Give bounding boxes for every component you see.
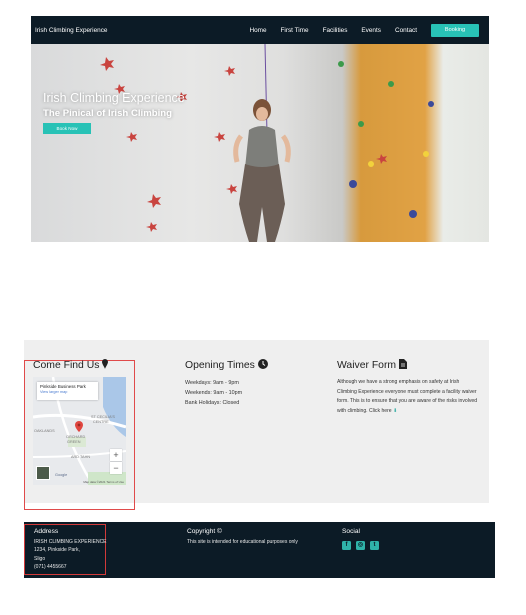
hours-weekends: Weekends: 9am - 10pm	[185, 390, 243, 396]
hero-image	[100, 44, 434, 242]
waiver-body[interactable]: Although we have a strong emphasis on sa…	[337, 379, 477, 414]
hero-subtitle: The Pinical of Irish Climbing	[43, 108, 172, 119]
booking-button[interactable]: Booking	[431, 23, 479, 37]
address-block: IRISH CLIMBING EXPERIENCE 1234, Pinkside…	[34, 538, 107, 572]
phone-number[interactable]: (071) 4455667	[34, 563, 107, 571]
address-title: Address	[34, 528, 59, 535]
opening-times-heading: Opening Times	[185, 359, 268, 372]
address-line: Sligo	[34, 555, 46, 562]
copyright-title: Copyright ©	[187, 528, 222, 535]
social-links: f ◎ t	[342, 541, 384, 550]
nav-link-events[interactable]: Events	[361, 27, 381, 34]
find-us-title: Come Find Us	[33, 360, 100, 371]
nav-link-first-time[interactable]: First Time	[281, 27, 309, 34]
nav-link-contact[interactable]: Contact	[395, 27, 417, 34]
map-attribution: Map data ©2021 Terms of Use	[83, 480, 124, 484]
address-line: 1234, Pinkside Park,	[34, 547, 80, 554]
google-logo: Google	[55, 473, 68, 477]
social-title: Social	[342, 528, 360, 535]
find-us-heading: Come Find Us	[33, 359, 109, 372]
info-section: Come Find Us Pinkside Business Park View…	[24, 340, 489, 510]
facebook-icon[interactable]: f	[342, 541, 351, 550]
map-label: CENTRE	[93, 420, 109, 424]
map-larger-link[interactable]: View larger map	[40, 390, 95, 394]
map-place-name: Pinkside Business Park	[40, 384, 86, 389]
twitter-icon[interactable]: t	[370, 541, 379, 550]
address-line: IRISH CLIMBING EXPERIENCE	[34, 539, 107, 545]
map-label: ARD TAHN	[71, 455, 91, 459]
hero-banner: Irish Climbing Experience The Pinical of…	[31, 44, 489, 242]
map-place-card: Pinkside Business Park View larger map	[37, 382, 98, 400]
navbar: Irish Climbing Experience Home First Tim…	[31, 16, 489, 44]
waiver-title: Waiver Form	[337, 360, 397, 371]
book-now-button[interactable]: Book Now	[43, 123, 91, 134]
embedded-map[interactable]: Pinkside Business Park View larger map S…	[33, 377, 126, 485]
opening-hours: Weekdays: 9am - 9pm Weekends: 9am - 10pm…	[185, 378, 242, 408]
brand-logo[interactable]: Irish Climbing Experience	[35, 27, 107, 34]
map-label: OAKLANDS	[34, 429, 55, 433]
nav-link-facilities[interactable]: Facilities	[323, 27, 348, 34]
map-marker-icon	[102, 359, 109, 372]
copyright-text: This site is intended for educational pu…	[187, 539, 298, 545]
download-icon[interactable]: ⬇	[393, 408, 397, 414]
nav-links: Home First Time Facilities Events Contac…	[235, 23, 479, 37]
zoom-out-button[interactable]: −	[110, 462, 122, 474]
hours-holidays: Bank Holidays: Closed	[185, 400, 240, 406]
document-icon	[399, 359, 408, 372]
instagram-icon[interactable]: ◎	[356, 541, 365, 550]
hero-title: Irish Climbing Experience	[43, 91, 185, 105]
waiver-description: Although we have a strong emphasis on sa…	[337, 378, 479, 416]
hours-weekdays: Weekdays: 9am - 9pm	[185, 380, 239, 386]
satellite-toggle[interactable]	[36, 466, 50, 480]
map-label: ST CECILIA'S	[91, 415, 115, 419]
waiver-heading: Waiver Form	[337, 359, 408, 372]
map-pin-icon[interactable]	[75, 419, 83, 437]
footer: Address IRISH CLIMBING EXPERIENCE 1234, …	[24, 522, 495, 578]
opening-times-title: Opening Times	[185, 360, 255, 371]
nav-link-home[interactable]: Home	[249, 27, 266, 34]
clock-icon	[257, 359, 268, 372]
map-label: GREEN	[67, 440, 81, 444]
zoom-in-button[interactable]: +	[110, 449, 122, 461]
